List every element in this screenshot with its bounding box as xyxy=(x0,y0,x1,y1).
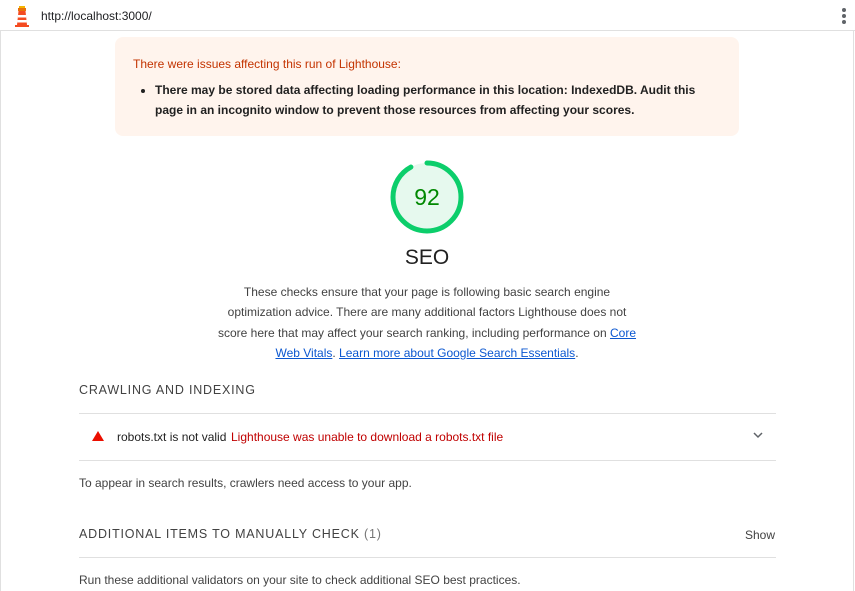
lighthouse-icon xyxy=(15,6,29,27)
learn-more-link[interactable]: Learn more about Google Search Essential… xyxy=(339,346,575,360)
group-title-additional-text: ADDITIONAL ITEMS TO MANUALLY CHECK xyxy=(79,527,360,541)
category-description: These checks ensure that your page is fo… xyxy=(217,282,637,363)
score-value: 92 xyxy=(414,184,440,210)
description-end-period: . xyxy=(575,345,579,360)
run-warning-box: There were issues affecting this run of … xyxy=(115,37,739,136)
browser-toolbar: http://localhost:3000/ xyxy=(0,0,855,31)
run-warning-list: There may be stored data affecting loadi… xyxy=(155,80,725,120)
url-text: http://localhost:3000/ xyxy=(41,9,152,23)
frame-border-left xyxy=(0,31,1,591)
group-title-crawling: CRAWLING AND INDEXING xyxy=(79,383,256,397)
audit-robots-txt[interactable]: robots.txt is not valid Lighthouse was u… xyxy=(79,414,776,460)
group-description-crawling: To appear in search results, crawlers ne… xyxy=(79,476,412,490)
divider xyxy=(79,557,776,558)
audit-detail: Lighthouse was unable to download a robo… xyxy=(231,430,504,444)
score-gauge[interactable]: 92 xyxy=(388,158,466,236)
divider xyxy=(79,460,776,461)
show-button[interactable]: Show xyxy=(745,528,775,542)
run-warning-title: There were issues affecting this run of … xyxy=(133,57,401,71)
audit-title: robots.txt is not valid xyxy=(117,430,227,444)
run-warning-item: There may be stored data affecting loadi… xyxy=(155,80,725,120)
fail-triangle-icon xyxy=(92,431,104,441)
frame-border-right xyxy=(853,31,854,591)
category-description-text: These checks ensure that your page is fo… xyxy=(217,285,627,340)
group-count: (1) xyxy=(364,527,382,541)
group-description-additional: Run these additional validators on your … xyxy=(79,573,521,587)
category-title: SEO xyxy=(404,246,450,269)
chevron-down-icon[interactable] xyxy=(751,428,765,442)
kebab-menu-icon[interactable] xyxy=(841,8,847,24)
group-title-additional: ADDITIONAL ITEMS TO MANUALLY CHECK (1) xyxy=(79,527,382,541)
